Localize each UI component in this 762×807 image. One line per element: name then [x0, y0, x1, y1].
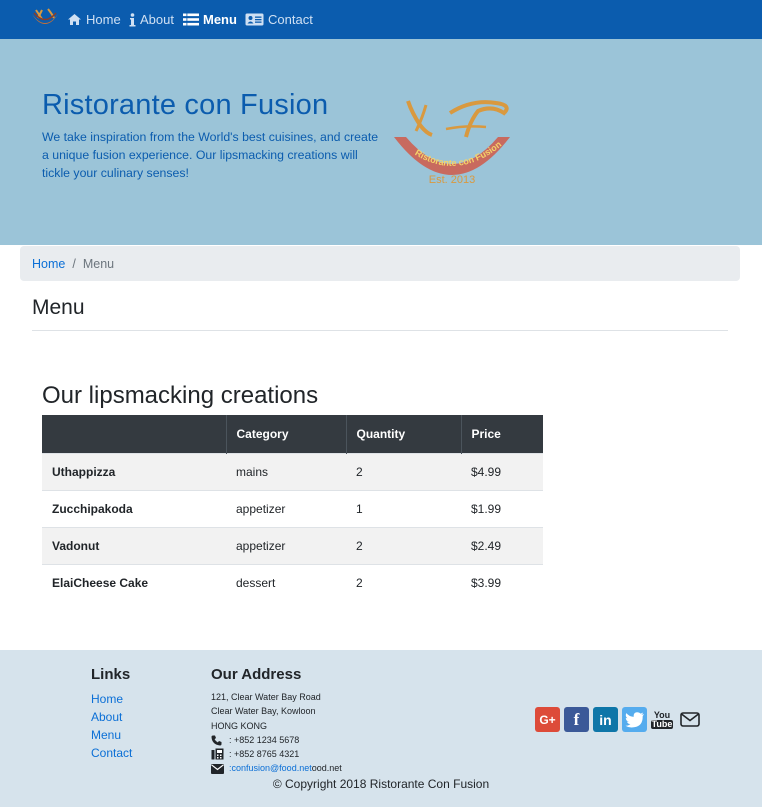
info-icon	[129, 12, 136, 27]
breadcrumb-home-link[interactable]: Home	[32, 257, 65, 271]
footer-address-heading: Our Address	[211, 666, 302, 683]
dish-name: Uthappizza	[42, 452, 226, 490]
dish-category: appetizer	[226, 526, 346, 564]
nav-label-contact: Contact	[268, 12, 313, 27]
footer-link-home[interactable]: Home	[91, 690, 132, 708]
table-row: Zucchipakoda appetizer 1 $1.99	[42, 489, 543, 527]
linkedin-icon[interactable]: in	[593, 707, 618, 732]
twitter-icon[interactable]	[622, 707, 647, 732]
dish-category: appetizer	[226, 489, 346, 527]
fax-number: : +852 8765 4321	[229, 749, 300, 760]
footer-link-about[interactable]: About	[91, 708, 132, 726]
table-header-price: Price	[461, 415, 543, 453]
title-divider	[32, 330, 728, 331]
address-card-icon	[245, 13, 264, 26]
dish-category: dessert	[226, 563, 346, 601]
table-row: Vadonut appetizer 2 $2.49	[42, 526, 543, 564]
address-line: HONG KONG	[211, 720, 268, 731]
brand-logo[interactable]	[30, 6, 60, 30]
envelope-icon	[211, 763, 225, 774]
phone-row: : +852 1234 5678	[211, 733, 342, 747]
youtube-icon[interactable]: You Tube	[650, 707, 674, 732]
social-links: G+ f in You Tube	[535, 707, 706, 732]
table-header-quantity: Quantity	[346, 415, 462, 453]
nav-label-menu: Menu	[203, 12, 237, 27]
nav-label-about: About	[140, 12, 174, 27]
menu-table: Category Quantity Price Uthappizza mains…	[42, 415, 543, 601]
dish-name: Vadonut	[42, 526, 226, 564]
nav-item-about[interactable]: About	[129, 0, 174, 39]
footer-link-menu[interactable]: Menu	[91, 726, 132, 744]
restaurant-logo: Ristorante con Fusion Est. 2013	[394, 100, 510, 186]
dish-quantity: 1	[346, 489, 461, 527]
nav-label-home: Home	[86, 12, 121, 27]
copyright: © Copyright 2018 Ristorante Con Fusion	[272, 777, 490, 791]
nav-item-contact[interactable]: Contact	[245, 0, 313, 39]
email-suffix: ood.net	[311, 763, 342, 774]
dish-category: mains	[226, 452, 346, 490]
address-line: 121, Clear Water Bay Road	[211, 692, 321, 702]
list-icon	[183, 13, 199, 26]
table-row: Uthappizza mains 2 $4.99	[42, 452, 543, 490]
dish-price: $1.99	[461, 489, 543, 527]
dish-quantity: 2	[346, 563, 461, 601]
footer: Links Home About Menu Contact Our Addres…	[0, 650, 762, 807]
google-plus-icon[interactable]: G+	[535, 707, 560, 732]
breadcrumb-separator: /	[72, 256, 76, 271]
breadcrumb: Home / Menu	[20, 246, 740, 281]
address-line: Clear Water Bay, Kowloon	[211, 706, 316, 717]
footer-links: Home About Menu Contact	[91, 690, 132, 762]
jumbotron: Ristorante con Fusion We take inspiratio…	[0, 39, 762, 245]
restaurant-description: We take inspiration from the World's bes…	[42, 130, 379, 180]
footer-links-heading: Links	[91, 666, 131, 683]
nav-item-menu[interactable]: Menu	[183, 0, 237, 39]
dish-price: $2.49	[461, 526, 543, 564]
home-icon	[67, 13, 82, 26]
dish-quantity: 2	[346, 452, 461, 490]
table-header-category: Category	[226, 415, 347, 453]
fax-icon	[211, 748, 225, 760]
breadcrumb-current: Menu	[82, 256, 115, 271]
restaurant-title: Ristorante con Fusion	[42, 89, 329, 121]
phone-icon	[211, 735, 225, 746]
nav-item-home[interactable]: Home	[67, 0, 121, 39]
dish-name: Zucchipakoda	[42, 489, 226, 527]
dish-quantity: 2	[346, 526, 461, 564]
dish-price: $3.99	[461, 563, 543, 601]
facebook-icon[interactable]: f	[564, 707, 589, 732]
navbar: Home About Menu Contact	[0, 0, 762, 39]
youtube-text-bottom: Tube	[650, 718, 674, 729]
footer-link-contact[interactable]: Contact	[91, 744, 132, 762]
fax-row: : +852 8765 4321	[211, 747, 342, 761]
footer-address: 121, Clear Water Bay Road Clear Water Ba…	[211, 690, 342, 776]
page-title: Menu	[32, 296, 85, 319]
table-header-dish	[42, 415, 227, 453]
email-link[interactable]: confusion@food.net	[232, 761, 312, 775]
phone-number: : +852 1234 5678	[229, 734, 300, 745]
dish-price: $4.99	[461, 452, 543, 490]
mail-icon[interactable]	[677, 707, 702, 732]
logo-est: Est. 2013	[429, 174, 475, 186]
section-title: Our lipsmacking creations	[42, 382, 319, 409]
dish-name: ElaiCheese Cake	[42, 563, 226, 601]
email-row: : confusion@food.net ood.net	[211, 761, 342, 775]
table-header-row: Category Quantity Price	[42, 415, 543, 453]
table-row: ElaiCheese Cake dessert 2 $3.99	[42, 563, 543, 601]
